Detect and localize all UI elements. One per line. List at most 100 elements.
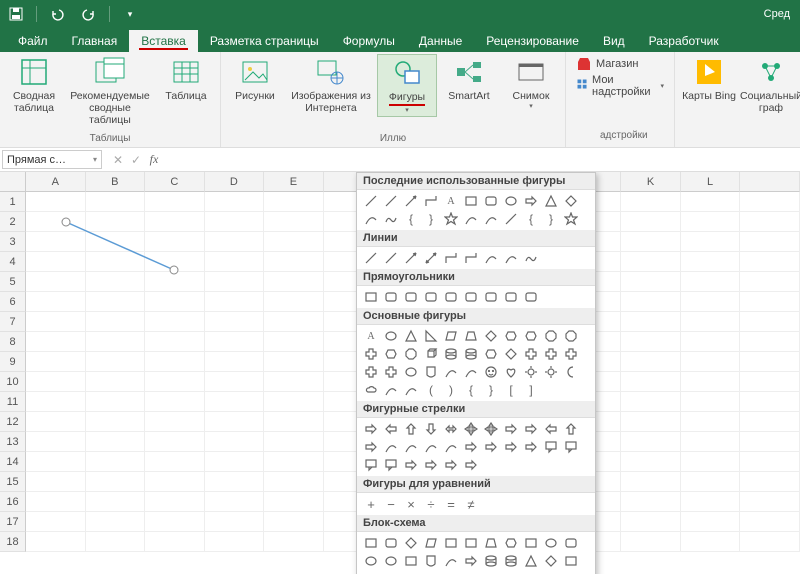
cell[interactable]	[205, 212, 265, 232]
cell[interactable]	[740, 212, 800, 232]
cell[interactable]	[681, 392, 741, 412]
shape-lpar[interactable]: (	[421, 381, 441, 399]
cell[interactable]	[26, 192, 86, 212]
shape-oct[interactable]	[561, 327, 581, 345]
cell[interactable]	[264, 272, 324, 292]
shape-star[interactable]	[561, 210, 581, 228]
cell[interactable]	[145, 252, 205, 272]
cell[interactable]	[740, 292, 800, 312]
cell[interactable]	[145, 212, 205, 232]
cell[interactable]	[264, 512, 324, 532]
row-header[interactable]: 6	[0, 292, 26, 312]
cell[interactable]	[86, 412, 146, 432]
cell[interactable]	[86, 332, 146, 352]
shape-oval[interactable]	[401, 363, 421, 381]
undo-icon[interactable]	[45, 3, 69, 25]
cell[interactable]	[86, 312, 146, 332]
shape-elbow[interactable]	[441, 249, 461, 267]
shape-line[interactable]	[381, 249, 401, 267]
tab-formulas[interactable]: Формулы	[331, 30, 407, 52]
store-button[interactable]: Магазин	[576, 56, 664, 72]
shape-rect[interactable]	[441, 534, 461, 552]
enter-icon[interactable]: ✓	[128, 153, 144, 167]
tab-review[interactable]: Рецензирование	[474, 30, 591, 52]
shape-oct[interactable]	[401, 345, 421, 363]
shape-oval[interactable]	[541, 534, 561, 552]
shape-arrow[interactable]	[401, 192, 421, 210]
shape-curve[interactable]	[401, 381, 421, 399]
cell[interactable]	[264, 392, 324, 412]
cell[interactable]	[740, 192, 800, 212]
shape-plus[interactable]	[521, 345, 541, 363]
cell[interactable]	[264, 372, 324, 392]
cell[interactable]	[145, 272, 205, 292]
cell[interactable]	[621, 392, 681, 412]
cell[interactable]	[205, 432, 265, 452]
shape-lbrk[interactable]: [	[501, 381, 521, 399]
cell[interactable]	[145, 372, 205, 392]
shape-cyl[interactable]	[501, 552, 521, 570]
cell[interactable]	[26, 432, 86, 452]
shape-curve[interactable]	[461, 363, 481, 381]
shape-cloud[interactable]	[361, 381, 381, 399]
cell[interactable]	[264, 192, 324, 212]
shape-quadarrow[interactable]	[481, 420, 501, 438]
cell[interactable]	[740, 412, 800, 432]
cell[interactable]	[145, 512, 205, 532]
cell[interactable]	[86, 272, 146, 292]
cell[interactable]	[86, 392, 146, 412]
shape-rarrow[interactable]	[361, 420, 381, 438]
shape-curve[interactable]	[381, 438, 401, 456]
cell[interactable]	[621, 252, 681, 272]
cell[interactable]	[145, 312, 205, 332]
cell[interactable]	[26, 252, 86, 272]
row-header[interactable]: 8	[0, 332, 26, 352]
shape-curve[interactable]	[401, 438, 421, 456]
cell[interactable]	[621, 312, 681, 332]
shape-doc[interactable]	[421, 363, 441, 381]
tab-data[interactable]: Данные	[407, 30, 474, 52]
cell[interactable]	[264, 532, 324, 552]
row-header[interactable]: 2	[0, 212, 26, 232]
cell[interactable]	[681, 412, 741, 432]
shape-rarrow[interactable]	[521, 420, 541, 438]
shape-rect[interactable]	[521, 534, 541, 552]
shape-sun[interactable]	[541, 363, 561, 381]
cell[interactable]	[621, 492, 681, 512]
cell[interactable]	[621, 412, 681, 432]
cell[interactable]	[740, 492, 800, 512]
row-header[interactable]: 14	[0, 452, 26, 472]
formula-input[interactable]	[168, 148, 800, 171]
my-addins-button[interactable]: Мои надстройки ▾	[576, 74, 664, 98]
cell[interactable]	[205, 452, 265, 472]
shape-rect[interactable]	[561, 552, 581, 570]
shape-cyl[interactable]	[441, 345, 461, 363]
cell[interactable]	[26, 292, 86, 312]
row-header[interactable]: 7	[0, 312, 26, 332]
shape-rrect[interactable]	[441, 288, 461, 306]
shape-uarrow[interactable]	[401, 420, 421, 438]
cell[interactable]	[145, 452, 205, 472]
shape-line[interactable]	[381, 192, 401, 210]
cell[interactable]	[681, 212, 741, 232]
cell[interactable]	[86, 512, 146, 532]
cell[interactable]	[681, 532, 741, 552]
cell[interactable]	[26, 532, 86, 552]
cell[interactable]	[740, 252, 800, 272]
cell[interactable]	[26, 212, 86, 232]
shape-curve[interactable]	[361, 210, 381, 228]
cell[interactable]	[145, 332, 205, 352]
cell[interactable]	[205, 192, 265, 212]
shape-lbrace[interactable]: {	[401, 210, 421, 228]
shape-doc[interactable]	[421, 552, 441, 570]
cell[interactable]	[205, 252, 265, 272]
cell[interactable]	[681, 352, 741, 372]
shape-line[interactable]	[501, 210, 521, 228]
cell[interactable]	[86, 472, 146, 492]
shape-rrect[interactable]	[401, 288, 421, 306]
table-button[interactable]: Таблица	[156, 54, 216, 104]
shape-tri[interactable]	[541, 192, 561, 210]
cell[interactable]	[621, 452, 681, 472]
column-header[interactable]: D	[205, 172, 265, 192]
cell[interactable]	[681, 312, 741, 332]
